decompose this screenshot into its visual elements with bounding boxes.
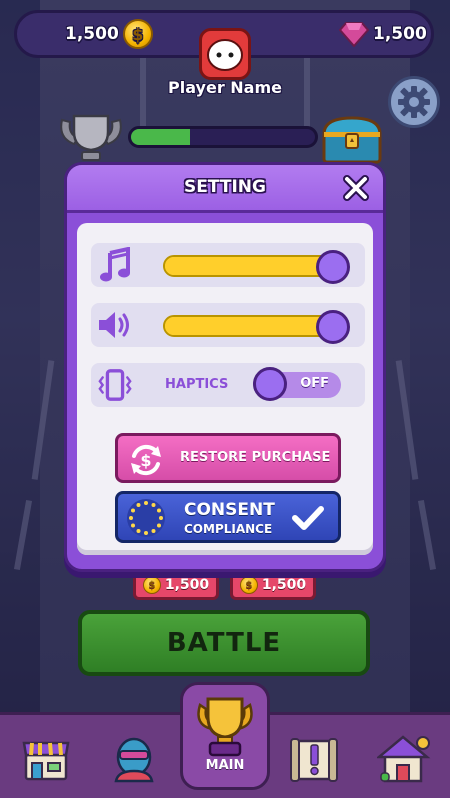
sound-slider-knob[interactable] xyxy=(316,310,350,344)
sound-row xyxy=(91,303,365,347)
coin-icon: $ xyxy=(122,19,153,49)
modal-header: SETTING xyxy=(67,165,383,213)
haptics-toggle-knob[interactable] xyxy=(253,367,287,401)
sound-slider-fill xyxy=(165,317,339,335)
coin-icon: $ xyxy=(239,576,258,594)
treasure-chest-icon[interactable] xyxy=(320,114,384,164)
avatar[interactable] xyxy=(199,28,251,80)
trophy-rank-icon xyxy=(60,114,122,161)
settings-button[interactable] xyxy=(388,76,440,128)
sound-slider[interactable] xyxy=(163,310,350,344)
haptics-label: HAPTICS xyxy=(165,377,229,392)
modal-body: HAPTICS OFF $ RESTORE PURCHASE CONSENT C… xyxy=(77,223,373,555)
checkmark-icon xyxy=(292,506,324,530)
avatar-face-icon xyxy=(207,39,243,71)
quest-icon xyxy=(290,738,338,782)
gems-counter: 1,500 xyxy=(339,13,427,55)
speaker-icon xyxy=(97,307,133,343)
haptics-toggle[interactable]: OFF xyxy=(253,367,341,401)
battle-button[interactable]: BATTLE xyxy=(78,610,370,676)
shop-icon xyxy=(22,741,70,781)
progress-fill xyxy=(131,129,190,145)
nav-main-label: MAIN xyxy=(205,758,245,773)
music-row xyxy=(91,243,365,287)
coins-counter: 1,500 $ xyxy=(65,13,153,55)
coin-icon: $ xyxy=(142,576,161,594)
player-name: Player Name xyxy=(168,78,282,97)
haptics-state: OFF xyxy=(300,376,329,391)
nav-character[interactable] xyxy=(104,731,164,787)
price-tag-left[interactable]: $ 1,500 xyxy=(133,570,219,600)
nav-home[interactable] xyxy=(374,731,434,787)
eu-flag-icon xyxy=(127,499,165,537)
haptics-row: HAPTICS OFF xyxy=(91,363,365,407)
restore-purchase-label: RESTORE PURCHASE xyxy=(180,450,331,465)
trophy-progress-bar xyxy=(128,126,318,148)
house-icon xyxy=(377,735,431,783)
music-slider-fill xyxy=(165,257,339,275)
price-tag-right[interactable]: $ 1,500 xyxy=(230,570,316,600)
music-note-icon xyxy=(97,247,133,283)
vibration-icon xyxy=(97,367,133,403)
close-button[interactable] xyxy=(341,173,371,203)
price-value: 1,500 xyxy=(261,577,307,593)
consent-label-line1: CONSENT xyxy=(184,500,275,520)
settings-modal: SETTING HAPTICS OFF $ RESTORE PURCHASE C… xyxy=(64,162,386,572)
restore-dollar-icon: $ xyxy=(131,444,161,476)
modal-title: SETTING xyxy=(184,177,266,197)
music-slider[interactable] xyxy=(163,250,350,284)
nav-main[interactable]: MAIN xyxy=(180,682,270,790)
restore-purchase-button[interactable]: $ RESTORE PURCHASE xyxy=(115,433,341,483)
character-icon xyxy=(114,737,154,783)
coins-value: 1,500 xyxy=(65,24,119,44)
gems-value: 1,500 xyxy=(373,24,427,44)
battle-label: BATTLE xyxy=(166,628,282,658)
close-icon xyxy=(343,175,369,201)
nav-quests[interactable] xyxy=(284,731,344,787)
gear-icon xyxy=(398,86,430,118)
gem-icon xyxy=(339,22,369,47)
consent-compliance-button[interactable]: CONSENT COMPLIANCE xyxy=(115,491,341,543)
music-slider-knob[interactable] xyxy=(316,250,350,284)
nav-shop[interactable] xyxy=(16,731,76,787)
consent-label-line2: COMPLIANCE xyxy=(184,522,273,536)
trophy-icon xyxy=(197,697,253,757)
price-value: 1,500 xyxy=(164,577,210,593)
svg-text:$: $ xyxy=(140,451,151,470)
bottom-nav: MAIN xyxy=(0,682,450,798)
